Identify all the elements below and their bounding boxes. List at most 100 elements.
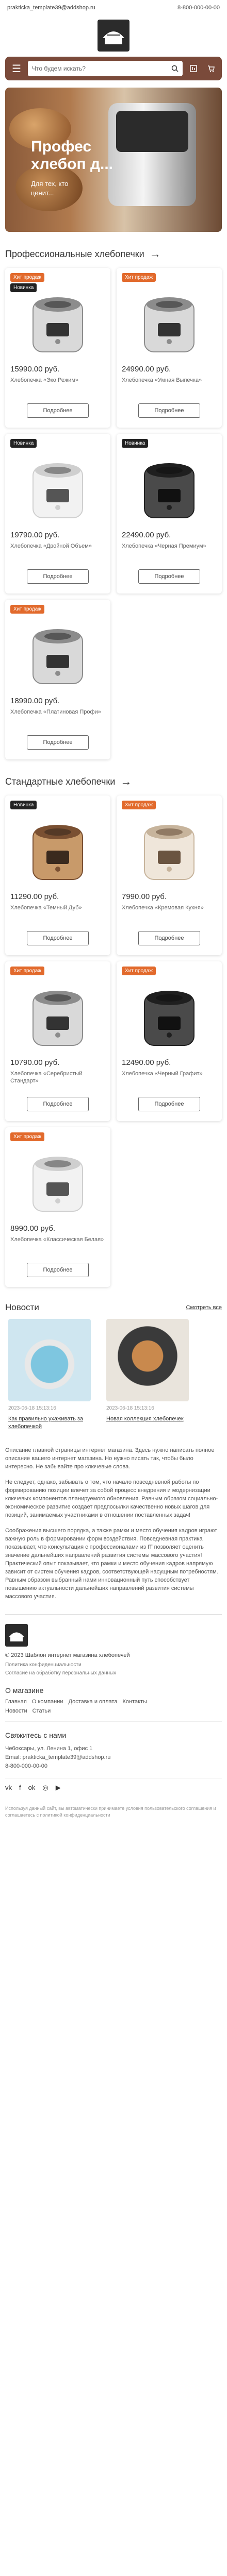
consent-link[interactable]: Согласие на обработку персональных данны… xyxy=(5,1670,222,1677)
product-card[interactable]: Хит продаж 8990.00 руб. Хлебопечка «Класси… xyxy=(5,1127,110,1287)
logo-wrap xyxy=(0,15,227,55)
news-image[interactable] xyxy=(8,1319,91,1401)
footer-email[interactable]: Email: prakticka_template39@addshop.ru xyxy=(5,1753,222,1762)
product-image[interactable] xyxy=(133,453,205,526)
product-name[interactable]: Хлебопечка «Черная Премиум» xyxy=(122,543,217,565)
badge-new: Новинка xyxy=(10,283,37,292)
search-bar[interactable]: Что будем искать? xyxy=(28,61,183,76)
footer-logo[interactable] xyxy=(5,1624,28,1647)
product-card[interactable]: Новинка 19790.00 руб. Хлебопечка «Двойной … xyxy=(5,434,110,594)
product-name[interactable]: Хлебопечка «Кремовая Кухня» xyxy=(122,904,217,927)
youtube-icon[interactable]: ▶ xyxy=(56,1784,61,1792)
compare-icon[interactable] xyxy=(187,62,200,75)
news-link[interactable]: Как правильно ухаживать за хлебопечкой xyxy=(8,1415,91,1431)
search-input[interactable]: Что будем искать? xyxy=(32,65,86,72)
details-button[interactable]: Подробнее xyxy=(27,403,89,418)
footer-about-title: О магазине xyxy=(5,1686,44,1694)
footer-contacts: Чебоксары, ул. Ленина 1, офис 1 Email: p… xyxy=(5,1744,222,1771)
details-button[interactable]: Подробнее xyxy=(27,931,89,945)
topbar-phone[interactable]: 8-800-000-00-00 xyxy=(177,5,220,11)
news-date: 2023-06-18 15:13:16 xyxy=(106,1405,154,1411)
footer-link-delivery[interactable]: Доставка и оплата xyxy=(69,1699,118,1705)
product-price: 18990.00 руб. xyxy=(10,697,60,705)
product-image[interactable] xyxy=(22,1147,94,1219)
product-image[interactable] xyxy=(133,815,205,887)
policy-link[interactable]: Политика конфиденциальности xyxy=(5,1662,222,1669)
product-name[interactable]: Хлебопечка «Классическая Белая» xyxy=(10,1236,105,1259)
product-name[interactable]: Хлебопечка «Черный Графит» xyxy=(122,1070,217,1093)
news-link[interactable]: Новая коллекция хлебопечек xyxy=(106,1415,189,1423)
product-image[interactable] xyxy=(22,815,94,887)
product-image[interactable] xyxy=(22,981,94,1053)
product-card[interactable]: Хит продаж 7990.00 руб. Хлебопечка «Кремов… xyxy=(117,795,222,955)
product-card[interactable]: Хит продаж 12490.00 руб. Хлебопечка «Черны… xyxy=(117,961,222,1121)
store-description: Описание главной страницы интернет магаз… xyxy=(5,1446,222,1601)
badge-new: Новинка xyxy=(10,439,37,448)
product-image[interactable] xyxy=(22,287,94,360)
product-name[interactable]: Хлебопечка «Эко Режим» xyxy=(10,377,105,399)
footer-link-articles[interactable]: Статьи xyxy=(33,1708,51,1714)
product-image[interactable] xyxy=(22,619,94,691)
product-image[interactable] xyxy=(22,453,94,526)
section-title-label: Профессиональные хлебопечки xyxy=(5,248,144,259)
details-button[interactable]: Подробнее xyxy=(27,735,89,750)
footer-phone[interactable]: 8-800-000-00-00 xyxy=(5,1762,222,1771)
footer-link-home[interactable]: Главная xyxy=(5,1699,27,1705)
details-button[interactable]: Подробнее xyxy=(138,931,200,945)
logo[interactable] xyxy=(98,20,129,52)
news-item[interactable]: 2023-06-18 15:13:16 Новая коллекция хлеб… xyxy=(106,1319,189,1431)
hero-banner[interactable]: Профес хлебоп д... Для тех, кто ценит... xyxy=(5,88,222,232)
copyright: © 2023 Шаблон интернет магазина хлебопеч… xyxy=(5,1652,130,1658)
product-card[interactable]: Хит продаж 24990.00 руб. Хлебопечка «Умная… xyxy=(117,268,222,428)
section-title-label: Стандартные хлебопечки xyxy=(5,776,116,787)
product-card[interactable]: Хит продаж 10790.00 руб. Хлебопечка «Сереб… xyxy=(5,961,110,1121)
arrow-right-icon[interactable]: → xyxy=(120,775,132,788)
cart-icon[interactable] xyxy=(204,62,218,75)
section-title-std[interactable]: Стандартные хлебопечки → xyxy=(5,775,222,788)
footer-contact-title: Свяжитесь с нами xyxy=(5,1731,67,1739)
description-paragraph: Не следует, однако, забывать о том, что … xyxy=(5,1479,218,1518)
footer-link-contacts[interactable]: Контакты xyxy=(122,1699,147,1705)
footer-link-about[interactable]: О компании xyxy=(32,1699,63,1705)
details-button[interactable]: Подробнее xyxy=(27,569,89,584)
product-image[interactable] xyxy=(133,981,205,1053)
badge-hit: Хит продаж xyxy=(10,273,45,282)
footer: © 2023 Шаблон интернет магазина хлебопеч… xyxy=(5,1614,222,1834)
details-button[interactable]: Подробнее xyxy=(27,1097,89,1111)
product-image[interactable] xyxy=(133,287,205,360)
details-button[interactable]: Подробнее xyxy=(138,403,200,418)
social-links: vk f ok ◎ ▶ xyxy=(5,1784,222,1792)
product-card[interactable]: Новинка 11290.00 руб. Хлебопечка «Темный Д… xyxy=(5,795,110,955)
product-card[interactable]: Новинка 22490.00 руб. Хлебопечка «Черная П… xyxy=(117,434,222,594)
topbar-email[interactable]: prakticka_template39@addshop.ru xyxy=(7,5,95,11)
badge-hit: Хит продаж xyxy=(10,605,45,614)
details-button[interactable]: Подробнее xyxy=(27,1263,89,1277)
details-button[interactable]: Подробнее xyxy=(138,1097,200,1111)
product-name[interactable]: Хлебопечка «Умная Выпечка» xyxy=(122,377,217,399)
section-title-pro[interactable]: Профессиональные хлебопечки → xyxy=(5,247,222,261)
news-item[interactable]: 2023-06-18 15:13:16 Как правильно ухажив… xyxy=(8,1319,91,1431)
footer-links-2: Новости Статьи xyxy=(5,1708,222,1714)
product-price: 22490.00 руб. xyxy=(122,531,171,539)
details-button[interactable]: Подробнее xyxy=(138,569,200,584)
facebook-icon[interactable]: f xyxy=(19,1784,21,1792)
divider xyxy=(5,1721,222,1722)
product-price: 8990.00 руб. xyxy=(10,1224,55,1233)
news-all-link[interactable]: Смотреть все xyxy=(186,1304,222,1311)
product-name[interactable]: Хлебопечка «Серебристый Стандарт» xyxy=(10,1070,105,1093)
badge-hit: Хит продаж xyxy=(122,801,156,809)
vk-icon[interactable]: vk xyxy=(5,1784,12,1792)
product-card[interactable]: Хит продаж 18990.00 руб. Хлебопечка «Плати… xyxy=(5,600,110,759)
footer-link-news[interactable]: Новости xyxy=(5,1708,27,1714)
product-card[interactable]: Хит продаж Новинка 15990.00 руб. Хлебопечка… xyxy=(5,268,110,428)
product-name[interactable]: Хлебопечка «Темный Дуб» xyxy=(10,904,105,927)
menu-icon[interactable]: ☰ xyxy=(9,61,24,76)
arrow-right-icon[interactable]: → xyxy=(150,247,161,261)
product-name[interactable]: Хлебопечка «Двойной Объем» xyxy=(10,543,105,565)
badge-hit: Хит продаж xyxy=(122,273,156,282)
product-name[interactable]: Хлебопечка «Платиновая Профи» xyxy=(10,708,105,731)
instagram-icon[interactable]: ◎ xyxy=(42,1784,48,1792)
ok-icon[interactable]: ok xyxy=(28,1784,36,1792)
search-icon[interactable] xyxy=(171,65,179,72)
news-image[interactable] xyxy=(106,1319,189,1401)
